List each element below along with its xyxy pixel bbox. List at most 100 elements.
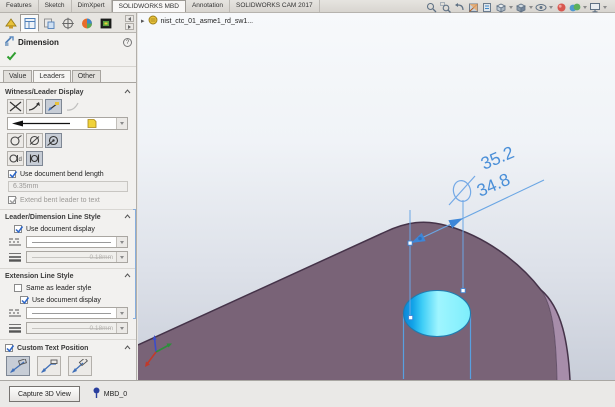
property-manager-tab-icon[interactable] xyxy=(20,14,39,32)
display-manager-tab-icon[interactable] xyxy=(77,14,96,32)
handle-extension-right[interactable] xyxy=(461,289,465,293)
tab-leaders[interactable]: Leaders xyxy=(33,70,70,82)
extend-bent-leader-row: Extend bent leader to text xyxy=(0,194,136,206)
tab-solidworks-mbd[interactable]: SOLIDWORKS MBD xyxy=(112,0,186,12)
leader-line-style-dropdown[interactable] xyxy=(26,236,128,248)
tab-features[interactable]: Features xyxy=(0,0,39,12)
previous-view-icon[interactable] xyxy=(453,2,465,13)
extension-use-document-display-label: Use document display xyxy=(32,297,101,304)
tab-dimxpert[interactable]: DimXpert xyxy=(72,0,112,12)
broken-leader-horizontal-text-button[interactable] xyxy=(37,356,61,376)
dimension-lower-value[interactable]: 34.8 xyxy=(474,169,513,201)
leader-side-buttons: d xyxy=(0,150,136,168)
part-top-face[interactable] xyxy=(138,222,557,380)
hole-selected-face[interactable] xyxy=(404,291,471,337)
feature-tree-flyout[interactable]: ▸ nist_ctc_01_asme1_rd_sw1... xyxy=(141,15,253,27)
extension-line-thickness-dropdown: 0.18mm xyxy=(26,322,128,334)
extension-line-style-dropdown[interactable] xyxy=(26,307,128,319)
straight-leader-button[interactable] xyxy=(45,99,62,114)
display-style-icon[interactable] xyxy=(515,2,527,13)
dimension-drag-dot[interactable] xyxy=(418,237,422,241)
tab-annotation[interactable]: Annotation xyxy=(186,0,230,12)
handle-left-arrow[interactable] xyxy=(408,241,412,245)
bent-leader-button[interactable] xyxy=(26,99,43,114)
hide-show-items-icon[interactable] xyxy=(535,2,547,13)
checkbox-unchecked-icon[interactable] xyxy=(14,284,22,292)
ok-check-icon[interactable] xyxy=(6,56,17,63)
view-orientation-icon[interactable] xyxy=(495,2,507,13)
arrow-style-dropdown[interactable] xyxy=(7,117,128,130)
leader-line-style-section-header[interactable]: Leader/Dimension Line Style xyxy=(0,210,136,223)
view-tab-mbd[interactable]: MBD_0 xyxy=(92,387,127,401)
zoom-to-fit-icon[interactable] xyxy=(425,2,437,13)
same-as-leader-style-row[interactable]: Same as leader style xyxy=(0,282,136,294)
tab-solidworks-cam[interactable]: SOLIDWORKS CAM 2017 xyxy=(230,0,320,12)
configuration-manager-tab-icon[interactable] xyxy=(39,14,58,32)
leader-display-buttons xyxy=(0,98,136,116)
scroll-right-icon[interactable] xyxy=(125,23,134,30)
solid-leader-aligned-text-button[interactable] xyxy=(6,356,30,376)
curved-leader-button xyxy=(64,99,81,114)
graphics-viewport[interactable]: 35.2 34.8 xyxy=(138,13,615,380)
cam-tree-tab-icon[interactable] xyxy=(96,14,115,32)
tree-item-label[interactable]: nist_ctc_01_asme1_rd_sw1... xyxy=(161,18,254,25)
feature-manager-tab-icon[interactable] xyxy=(1,14,20,32)
dynamic-annotation-views-icon[interactable] xyxy=(481,2,493,13)
hide-show-dropdown-icon[interactable] xyxy=(549,6,553,9)
collapse-chevron-icon[interactable] xyxy=(124,345,131,352)
part-icon xyxy=(148,15,158,27)
view-settings-icon[interactable] xyxy=(589,2,601,13)
text-outside-button[interactable]: d xyxy=(7,151,24,166)
dimxpert-manager-tab-icon[interactable] xyxy=(58,14,77,32)
circle-leader-out-button[interactable] xyxy=(7,133,24,148)
extension-line-style-title: Extension Line Style xyxy=(5,273,73,280)
handle-extension-left[interactable] xyxy=(409,316,413,320)
manager-tab-strip xyxy=(0,13,136,33)
crossed-leader-button[interactable] xyxy=(7,99,24,114)
tab-sketch[interactable]: Sketch xyxy=(39,0,72,12)
collapse-chevron-icon[interactable] xyxy=(124,214,131,221)
bend-length-input[interactable]: 6.35mm xyxy=(8,181,128,192)
view-orientation-dropdown-icon[interactable] xyxy=(509,6,513,9)
checkbox-checked-icon[interactable] xyxy=(20,296,28,304)
line-thickness-icon xyxy=(7,322,23,334)
tab-value[interactable]: Value xyxy=(3,70,32,82)
extension-line-style-section-header[interactable]: Extension Line Style xyxy=(0,269,136,282)
zoom-to-area-icon[interactable] xyxy=(439,2,451,13)
custom-text-position-title: Custom Text Position xyxy=(17,345,88,352)
apply-scene-icon[interactable] xyxy=(569,2,581,13)
section-view-icon[interactable] xyxy=(467,2,479,13)
dimension-tool-icon xyxy=(4,36,15,49)
property-manager-header: Dimension ? xyxy=(0,33,136,50)
pushpin-icon xyxy=(92,387,101,401)
tree-expand-icon[interactable]: ▸ xyxy=(141,17,145,25)
circle-leader-both-button[interactable] xyxy=(45,133,62,148)
witness-leader-section-header[interactable]: Witness/Leader Display xyxy=(0,85,136,98)
same-as-leader-style-label: Same as leader style xyxy=(26,285,91,292)
leader-use-document-display-row[interactable]: Use document display xyxy=(0,223,136,235)
broken-leader-aligned-text-button[interactable] xyxy=(68,356,92,376)
panel-title: Dimension xyxy=(18,38,59,47)
circle-leader-in-button[interactable] xyxy=(26,133,43,148)
display-style-dropdown-icon[interactable] xyxy=(529,6,533,9)
custom-text-position-section-header[interactable]: Custom Text Position xyxy=(0,340,136,354)
edit-appearance-icon[interactable] xyxy=(555,2,567,13)
checkbox-checked-icon[interactable] xyxy=(8,170,16,178)
collapse-chevron-icon[interactable] xyxy=(124,89,131,96)
checkbox-checked-icon[interactable] xyxy=(14,225,22,233)
text-inside-button[interactable] xyxy=(26,151,43,166)
checkbox-checked-icon[interactable] xyxy=(5,344,13,352)
extension-thickness-value: 0.18mm xyxy=(90,325,113,332)
collapse-chevron-icon[interactable] xyxy=(124,273,131,280)
svg-text:d: d xyxy=(19,157,22,163)
capture-3d-view-button[interactable]: Capture 3D View xyxy=(9,386,80,402)
view-settings-dropdown-icon[interactable] xyxy=(603,6,607,9)
extension-use-document-display-row[interactable]: Use document display xyxy=(0,294,136,306)
apply-scene-dropdown-icon[interactable] xyxy=(583,6,587,9)
line-style-icon xyxy=(7,307,23,319)
help-icon[interactable]: ? xyxy=(123,38,132,47)
use-document-bend-length-row[interactable]: Use document bend length xyxy=(0,168,136,180)
tab-other[interactable]: Other xyxy=(72,70,102,82)
dimension-upper-value[interactable]: 35.2 xyxy=(478,142,517,174)
scroll-left-icon[interactable] xyxy=(125,15,134,22)
